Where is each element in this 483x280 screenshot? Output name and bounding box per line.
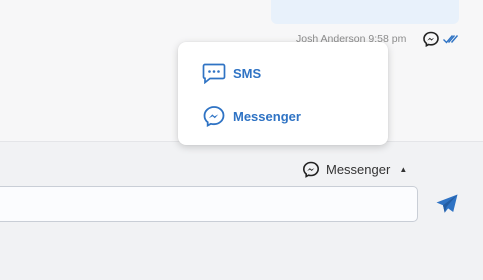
- channel-selector-label: Messenger: [326, 161, 391, 177]
- send-button[interactable]: [433, 191, 461, 217]
- message-input[interactable]: [0, 186, 418, 222]
- channel-dropdown-menu: SMS Messenger: [178, 42, 388, 145]
- double-check-icon: [442, 31, 460, 47]
- menu-item-messenger[interactable]: Messenger: [178, 96, 388, 136]
- menu-item-label: SMS: [233, 65, 262, 81]
- channel-selector[interactable]: Messenger ▲: [302, 159, 407, 179]
- messenger-icon: [201, 105, 227, 127]
- send-icon: [435, 193, 459, 215]
- message-composer: Messenger ▲: [0, 141, 483, 280]
- caret-up-icon: ▲: [399, 164, 408, 174]
- sms-icon: [201, 62, 227, 84]
- menu-item-label: Messenger: [233, 108, 301, 124]
- messenger-icon: [302, 161, 320, 178]
- menu-item-sms[interactable]: SMS: [178, 53, 388, 93]
- message-bubble: [271, 0, 459, 24]
- messenger-icon: [422, 31, 440, 48]
